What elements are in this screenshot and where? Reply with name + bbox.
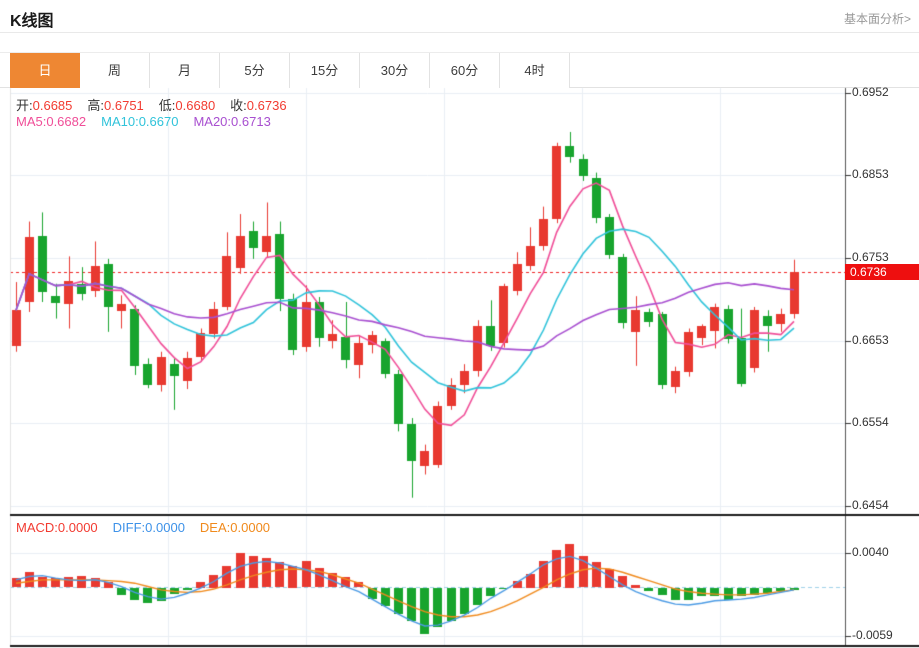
price-tick-1: 0.6853	[852, 167, 889, 181]
ma10-value: MA10:0.6670	[101, 114, 178, 129]
ma10-value-number: 0.6670	[138, 114, 179, 129]
ohlc-low: 低:0.6680	[159, 98, 215, 113]
price-tick-3: 0.6653	[852, 333, 889, 347]
ma-legend: MA5:0.6682 MA10:0.6670 MA20:0.6713	[16, 114, 286, 129]
dea-value: DEA:0.0000	[200, 520, 270, 535]
ohlc-close-label: 收:	[230, 98, 247, 113]
current-price-badge: 0.6736	[845, 264, 919, 280]
ohlc-legend: 开:0.6685 高:0.6751 低:0.6680 收:0.6736	[16, 95, 302, 114]
ohlc-high-label: 高:	[87, 98, 105, 113]
macd-value-label: MACD:	[16, 520, 58, 535]
macd-tick-1: -0.0059	[852, 628, 893, 642]
dea-value-number: 0.0000	[230, 520, 271, 535]
ohlc-low-number: 0.6680	[175, 98, 216, 113]
diff-value: DIFF:0.0000	[113, 520, 185, 535]
ma5-value: MA5:0.6682	[16, 114, 86, 129]
dea-value-label: DEA:	[199, 520, 231, 535]
ohlc-high: 高:0.6751	[87, 98, 143, 113]
price-tick-0: 0.6952	[852, 85, 889, 99]
macd-value: MACD:0.0000	[16, 520, 98, 535]
macd-legend: MACD:0.0000 DIFF:0.0000 DEA:0.0000	[16, 520, 285, 535]
price-tick-5: 0.6454	[852, 498, 889, 512]
ohlc-close: 收:0.6736	[230, 98, 286, 113]
chart-area: 开:0.6685 高:0.6751 低:0.6680 收:0.6736 MA5:0.6…	[0, 0, 919, 648]
macd-tick-0: 0.0040	[852, 545, 889, 559]
ma5-value-label: MA5:	[16, 114, 47, 129]
ohlc-open: 开:0.6685	[16, 98, 72, 113]
ohlc-low-label: 低:	[158, 98, 176, 113]
ohlc-open-label: 开:	[16, 98, 33, 113]
ma20-value-number: 0.6713	[231, 114, 271, 129]
ohlc-high-number: 0.6751	[104, 98, 144, 113]
diff-value-number: 0.0000	[145, 520, 185, 535]
ma20-value: MA20:0.6713	[193, 114, 270, 129]
ohlc-open-number: 0.6685	[32, 98, 73, 113]
price-tick-4: 0.6554	[852, 415, 889, 429]
ohlc-close-number: 0.6736	[246, 98, 287, 113]
kline-page: K线图 基本面分析> 日周月5分15分30分60分4时 开:0.6685高:0.…	[0, 0, 919, 648]
ma5-value-number: 0.6682	[46, 114, 87, 129]
price-tick-2: 0.6753	[852, 250, 889, 264]
ma20-value-label: MA20:	[193, 114, 232, 129]
macd-value-number: 0.0000	[57, 520, 98, 535]
ma10-value-label: MA10:	[101, 114, 139, 129]
diff-value-label: DIFF:	[112, 520, 146, 535]
